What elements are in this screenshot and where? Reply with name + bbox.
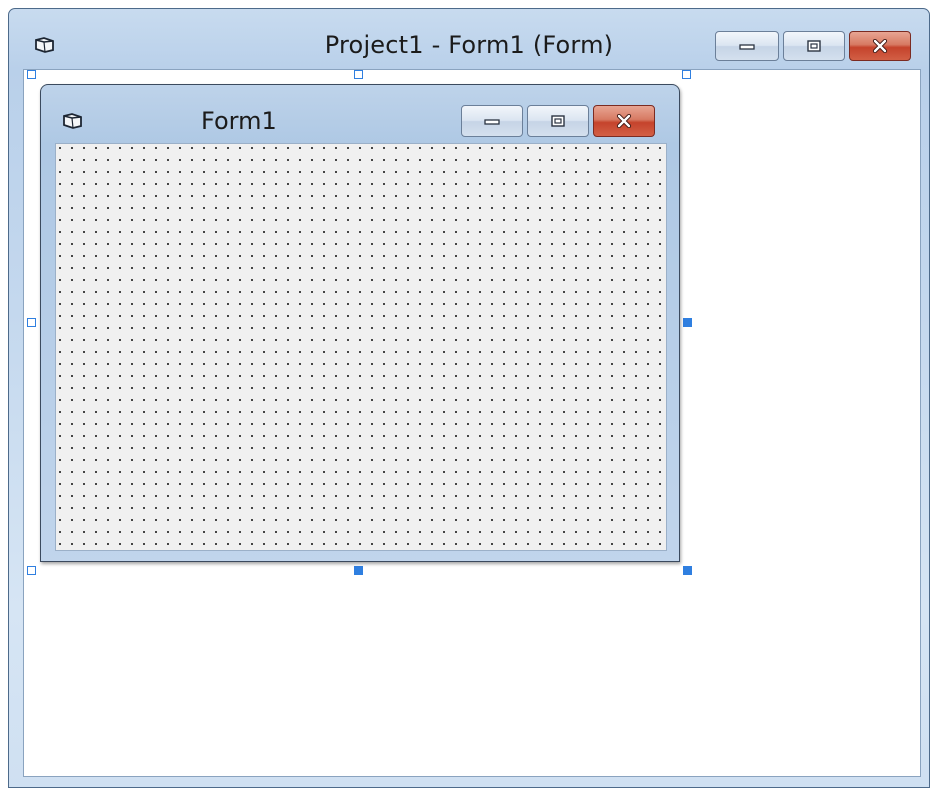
resize-handle-middle-left [27, 318, 36, 327]
close-button[interactable] [849, 31, 911, 61]
minimize-button[interactable] [715, 31, 779, 61]
maximize-button[interactable] [783, 31, 845, 61]
resize-handle-bottom-right[interactable] [683, 566, 692, 575]
minimize-icon [484, 119, 500, 125]
form-icon [63, 113, 82, 129]
maximize-icon [807, 40, 821, 52]
form1-maximize-button[interactable] [527, 105, 589, 137]
resize-handle-middle-right[interactable] [683, 318, 692, 327]
form1-title: Form1 [201, 107, 277, 135]
maximize-icon [551, 115, 565, 127]
resize-handle-top-center [354, 70, 363, 79]
form1-minimize-button[interactable] [461, 105, 523, 137]
close-icon [616, 114, 632, 128]
form1-window[interactable]: Form1 [40, 84, 680, 562]
resize-handle-bottom-left [27, 566, 36, 575]
resize-handle-top-left [27, 70, 36, 79]
form1-close-button[interactable] [593, 105, 655, 137]
resize-handle-bottom-center[interactable] [354, 566, 363, 575]
minimize-icon [739, 44, 755, 50]
resize-handle-top-right [682, 70, 691, 79]
close-icon [872, 39, 888, 53]
designer-caption-buttons [715, 31, 911, 61]
form1-caption-buttons [461, 105, 655, 137]
form1-design-surface[interactable] [55, 143, 667, 551]
